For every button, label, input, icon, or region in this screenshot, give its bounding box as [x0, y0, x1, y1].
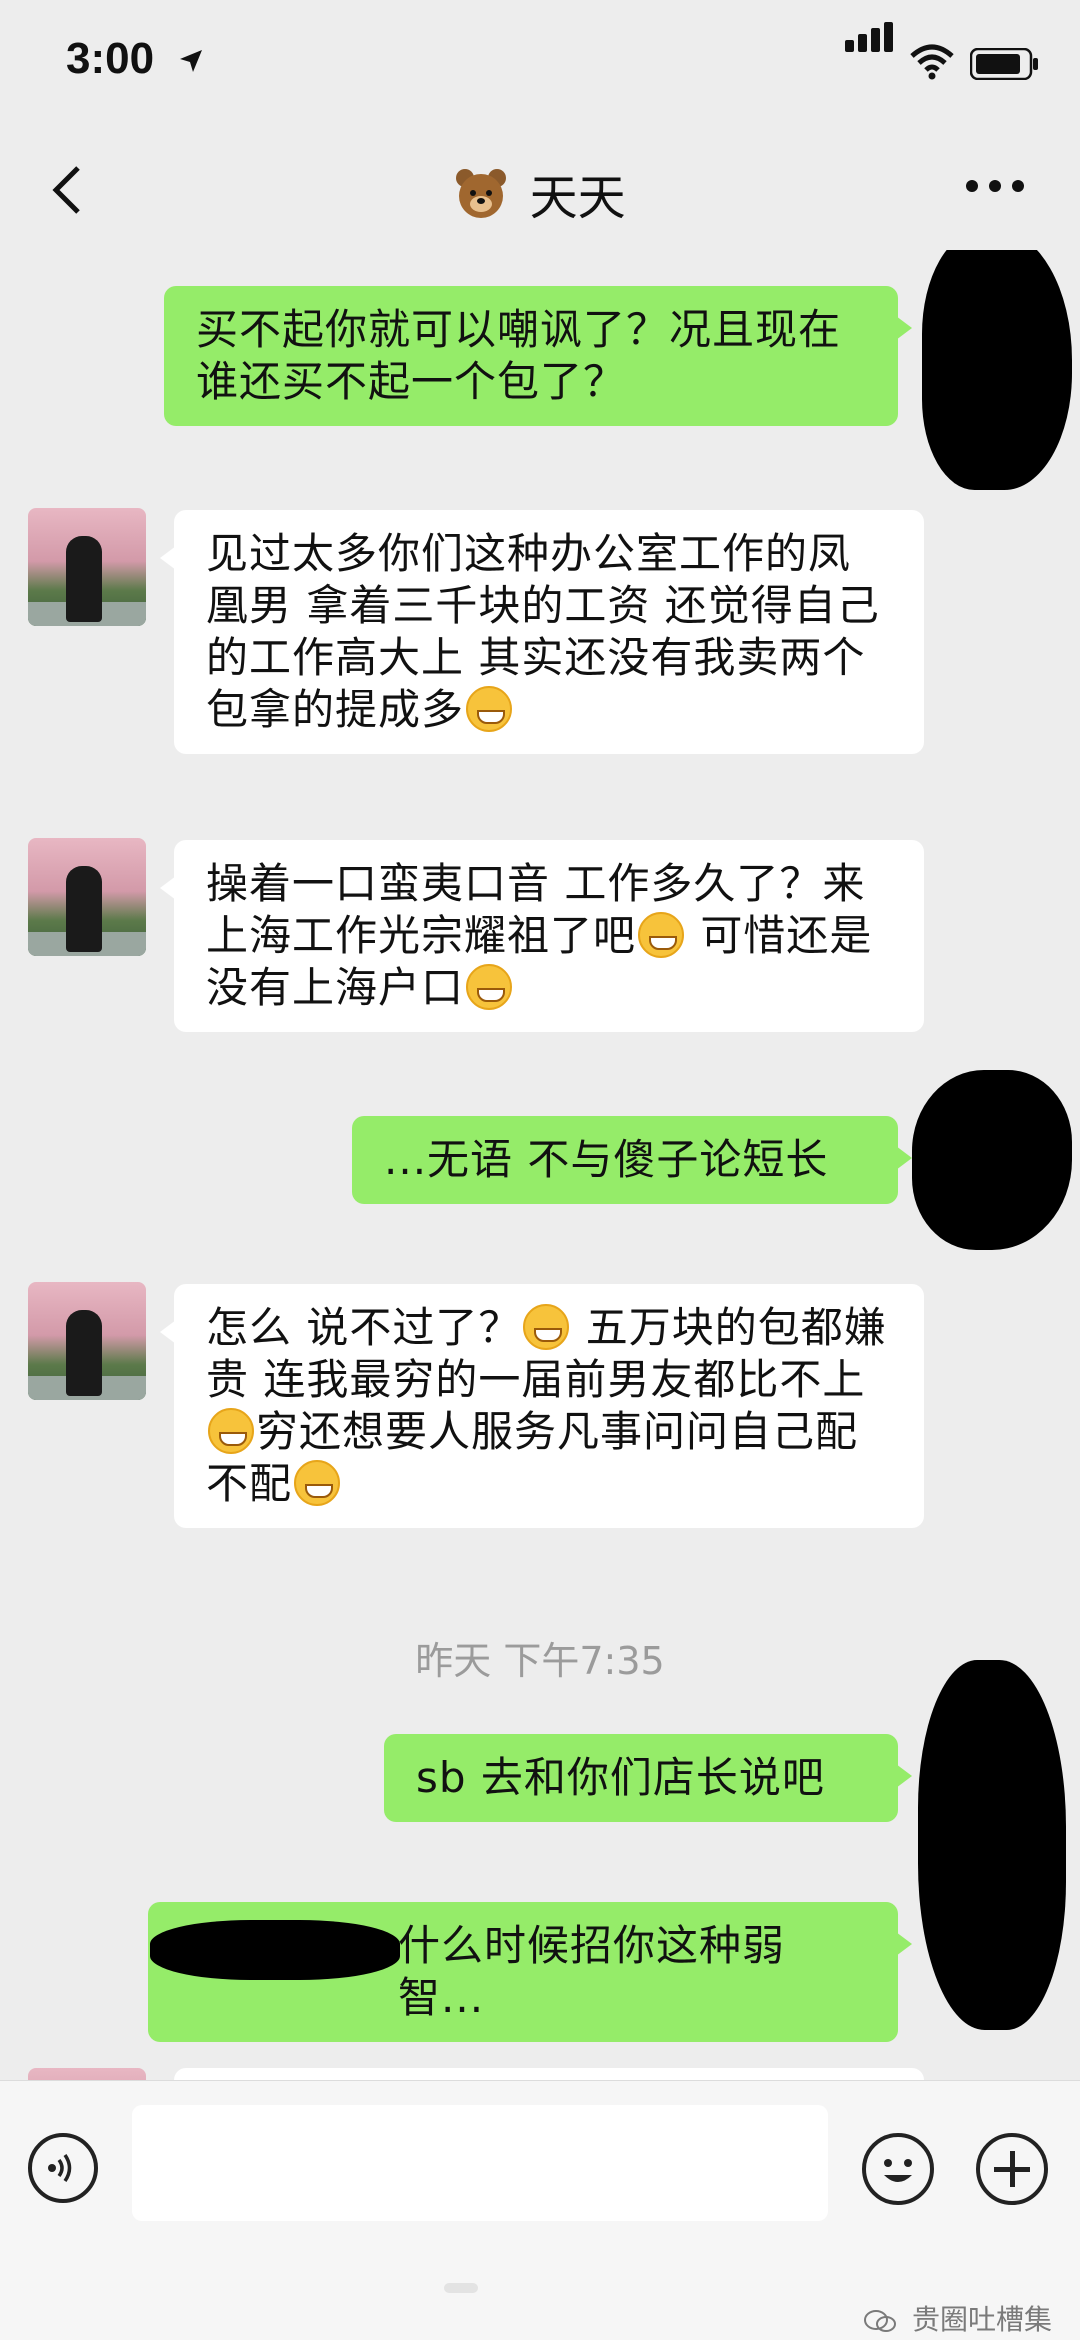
- contact-avatar[interactable]: [28, 1282, 146, 1400]
- battery-icon: [970, 48, 1038, 80]
- redaction-mark: [922, 250, 1072, 490]
- message-text: 什么时候招你这种弱智...: [398, 1921, 786, 2022]
- grin-emoji-icon: [294, 1460, 341, 1506]
- message-text: ...无语 不与傻子论短长: [384, 1135, 829, 1184]
- home-indicator: [444, 2283, 478, 2293]
- location-arrow-icon: [180, 50, 202, 72]
- status-time: 3:00: [66, 34, 155, 83]
- voice-input-icon[interactable]: [28, 2133, 98, 2203]
- message-bubble-sent[interactable]: ...无语 不与傻子论短长: [352, 1116, 912, 1204]
- chat-header: 天天: [0, 140, 1080, 240]
- contact-avatar[interactable]: [28, 838, 146, 956]
- more-actions-plus-icon[interactable]: [976, 2133, 1048, 2205]
- grin-emoji-icon: [523, 1304, 570, 1350]
- message-bubble-received[interactable]: [174, 2068, 924, 2080]
- grin-emoji-icon: [466, 686, 513, 732]
- wechat-logo-icon: [864, 2310, 897, 2332]
- message-text: 见过太多你们这种办公室工作的凤凰男 拿着三千块的工资 还觉得自己的工作高大上 其…: [206, 529, 880, 734]
- redaction-mark: [150, 1920, 400, 1980]
- bear-emoji-icon: [456, 169, 507, 218]
- contact-avatar[interactable]: [28, 2068, 146, 2080]
- watermark-text: 贵圈吐槽集: [911, 2303, 1052, 2336]
- message-bubble-received[interactable]: 怎么 说不过了？ 五万块的包都嫌贵 连我最穷的一届前男友都比不上穷还想要人服务凡…: [160, 1284, 924, 1528]
- status-bar: 3:00: [0, 0, 1080, 130]
- wifi-icon: [910, 44, 954, 80]
- contact-avatar[interactable]: [28, 508, 146, 626]
- emoji-picker-icon[interactable]: [862, 2133, 934, 2205]
- message-timestamp: 昨天 下午7:35: [415, 1639, 665, 1683]
- contact-name: 天天: [529, 170, 626, 226]
- message-bubble-sent[interactable]: sb 去和你们店长说吧: [384, 1734, 912, 1822]
- message-bubble-sent[interactable]: 买不起你就可以嘲讽了？况且现在谁还买不起一个包了？: [164, 286, 912, 426]
- redaction-mark: [918, 1660, 1066, 2030]
- grin-emoji-icon: [208, 1408, 254, 1454]
- watermark: 贵圈吐槽集: [863, 2298, 1052, 2338]
- message-list[interactable]: 买不起你就可以嘲讽了？况且现在谁还买不起一个包了？ 见过太多你们这种办公室工作的…: [0, 250, 1080, 2080]
- message-text: sb 去和你们店长说吧: [416, 1753, 825, 1802]
- message-bubble-received[interactable]: 见过太多你们这种办公室工作的凤凰男 拿着三千块的工资 还觉得自己的工作高大上 其…: [160, 510, 924, 754]
- message-bubble-received[interactable]: 操着一口蛮夷口音 工作多久了？来上海工作光宗耀祖了吧 可惜还是没有上海户口: [160, 840, 924, 1032]
- message-input[interactable]: [132, 2105, 828, 2221]
- grin-emoji-icon: [466, 964, 513, 1010]
- grin-emoji-icon: [638, 912, 685, 958]
- redaction-mark: [912, 1070, 1072, 1250]
- message-text: 怎么 说不过了？: [206, 1303, 522, 1352]
- chat-title: 天天: [0, 158, 1080, 228]
- more-options-icon[interactable]: [966, 180, 1024, 194]
- message-text: 买不起你就可以嘲讽了？况且现在谁还买不起一个包了？: [196, 305, 842, 406]
